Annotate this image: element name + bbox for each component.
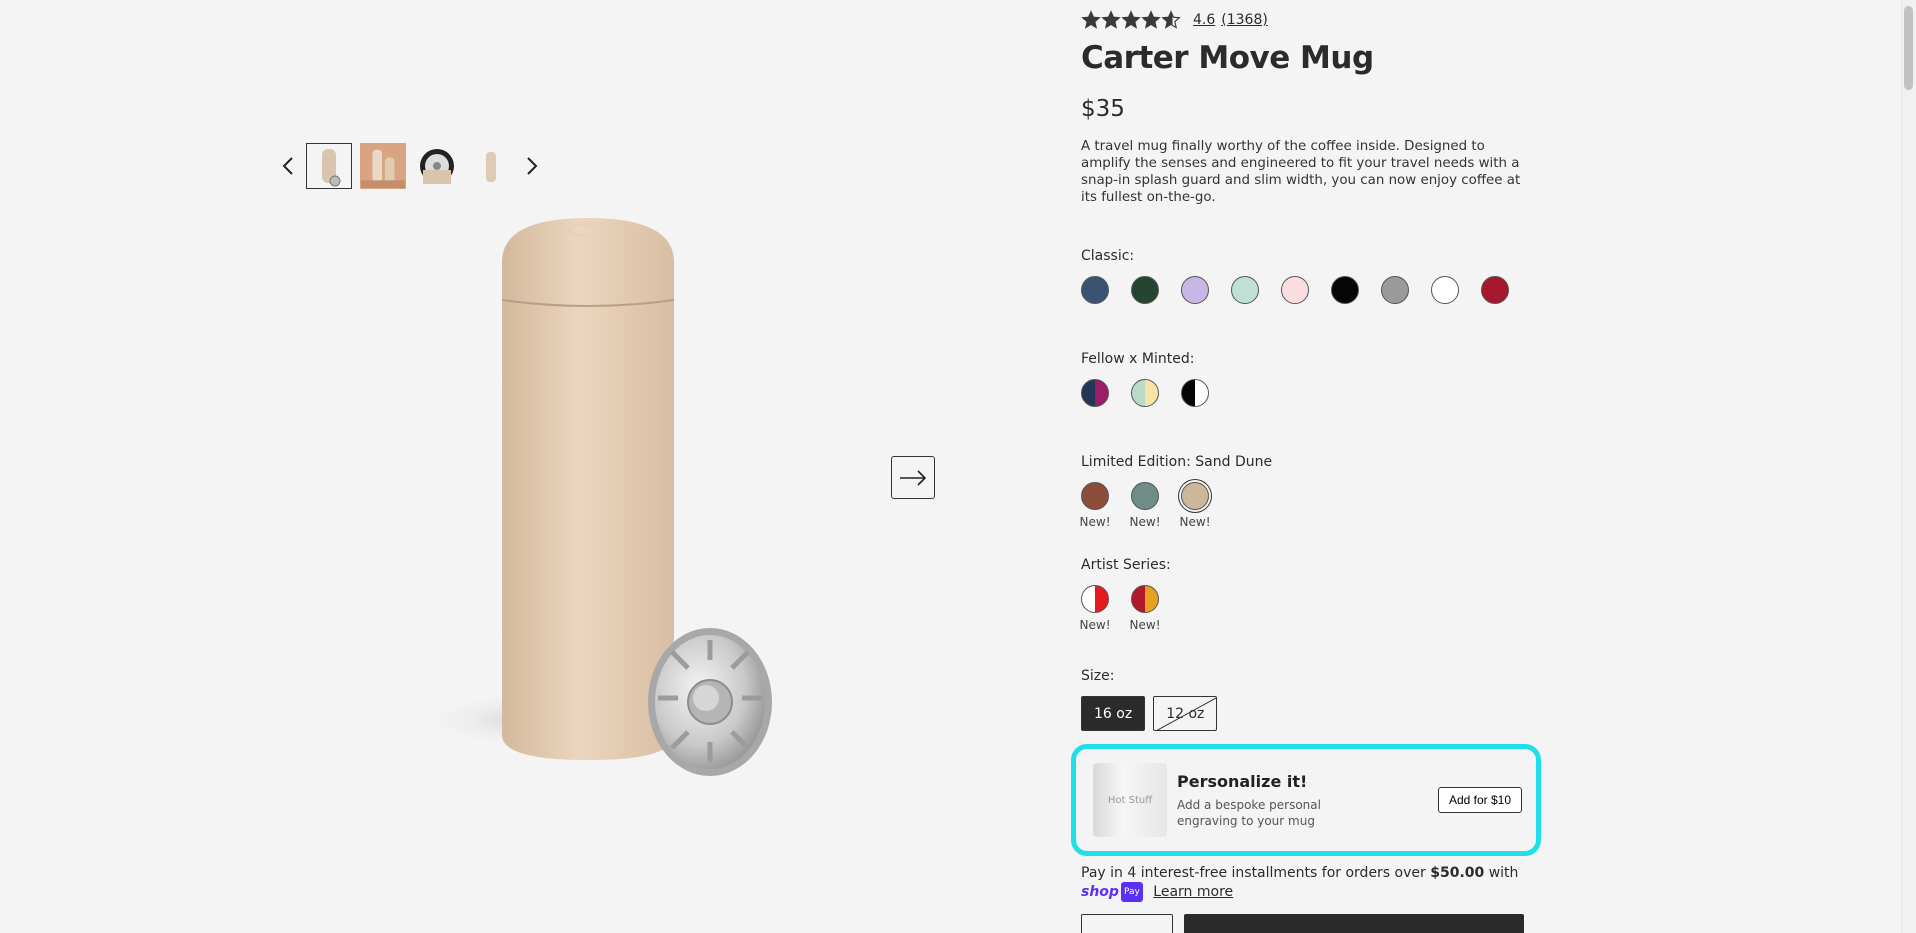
swatch-item: New!	[1079, 585, 1111, 632]
swatch-item	[1431, 276, 1459, 304]
swatch-item	[1331, 276, 1359, 304]
arrow-right-icon	[900, 469, 927, 486]
swatch-item	[1481, 276, 1509, 304]
thumbnail-mug-side[interactable]	[468, 143, 514, 189]
next-image-arrow-button[interactable]	[891, 456, 935, 499]
limited-swatch-2[interactable]	[1131, 482, 1159, 510]
classic-swatch-3[interactable]	[1181, 276, 1209, 304]
classic-swatch-2[interactable]	[1131, 276, 1159, 304]
swatch-item	[1181, 276, 1209, 304]
new-badge: New!	[1129, 515, 1161, 529]
engraving-sample-text: Hot Stuff	[1107, 794, 1153, 806]
learn-more-link[interactable]: Learn more	[1153, 884, 1233, 900]
minted-swatch-3[interactable]	[1181, 379, 1209, 407]
swatch-group-minted: Fellow x Minted:	[1081, 351, 1209, 407]
artist-swatch-1[interactable]	[1081, 585, 1109, 613]
thumbnail-next-arrow-icon[interactable]	[522, 154, 542, 178]
swatch-item	[1381, 276, 1409, 304]
swatch-item	[1081, 379, 1109, 407]
installments-text: Pay in 4 interest-free installments for …	[1081, 865, 1431, 881]
new-badge: New!	[1079, 618, 1111, 632]
thumbnail-mug-top-view[interactable]	[414, 143, 460, 189]
limited-swatch-1[interactable]	[1081, 482, 1109, 510]
engraved-mug-image: Hot Stuff	[1093, 763, 1167, 837]
classic-swatch-4[interactable]	[1231, 276, 1259, 304]
personalize-title: Personalize it!	[1177, 771, 1308, 791]
swatch-item	[1081, 276, 1109, 304]
classic-swatch-6[interactable]	[1331, 276, 1359, 304]
thumbnail-mug-sand[interactable]	[306, 143, 352, 189]
shop-pay-wordmark: shop	[1081, 884, 1119, 900]
limited-swatch-3[interactable]	[1181, 482, 1209, 510]
size-selector: Size: 16 oz 12 oz	[1081, 668, 1218, 731]
classic-swatch-5[interactable]	[1281, 276, 1309, 304]
swatch-row	[1081, 379, 1209, 407]
size-option-16oz[interactable]: 16 oz	[1081, 696, 1146, 731]
main-product-image	[380, 200, 800, 800]
swatch-item: New!	[1179, 482, 1211, 529]
star-icon	[1121, 10, 1141, 29]
shop-pay-logo-icon: shop Pay	[1081, 882, 1143, 902]
swatch-group-label: Limited Edition: Sand Dune	[1081, 454, 1273, 470]
swatch-item	[1281, 276, 1309, 304]
new-badge: New!	[1079, 515, 1111, 529]
minted-swatch-2[interactable]	[1131, 379, 1159, 407]
swatch-row: New! New!	[1079, 585, 1171, 632]
rating-value-link[interactable]: 4.6	[1193, 12, 1215, 28]
installments-threshold: $50.00	[1430, 865, 1485, 881]
product-price: $35	[1081, 96, 1125, 122]
swatch-group-limited: Limited Edition: Sand Dune New! New! New!	[1079, 454, 1273, 529]
swatch-item: New!	[1079, 482, 1111, 529]
thumbnail-mug-lifestyle[interactable]	[360, 143, 406, 189]
swatch-group-label: Classic:	[1081, 248, 1135, 264]
star-rating	[1081, 10, 1181, 30]
star-icon	[1141, 10, 1161, 29]
swatch-item: New!	[1129, 585, 1161, 632]
swatch-item	[1181, 379, 1209, 407]
scrollbar-thumb[interactable]	[1904, 6, 1913, 90]
unavailable-strike-icon	[1156, 697, 1217, 730]
shop-pay-installments: Pay in 4 interest-free installments for …	[1081, 864, 1521, 902]
swatch-item	[1231, 276, 1259, 304]
star-icon	[1161, 10, 1181, 29]
star-icon	[1101, 10, 1121, 29]
new-badge: New!	[1129, 618, 1161, 632]
swatch-group-label: Fellow x Minted:	[1081, 351, 1195, 367]
swatch-item	[1131, 276, 1159, 304]
swatch-group-label: Artist Series:	[1081, 557, 1171, 573]
personalize-subtitle: Add a bespoke personal engraving to your…	[1177, 797, 1321, 828]
rating-summary: 4.6 (1368)	[1081, 10, 1268, 30]
classic-swatch-9[interactable]	[1481, 276, 1509, 304]
thumbnail-strip	[278, 143, 542, 189]
review-count-link[interactable]: (1368)	[1221, 12, 1268, 28]
add-engraving-button[interactable]: Add for $10	[1437, 787, 1522, 813]
swatch-group-classic: Classic:	[1081, 248, 1509, 304]
artist-swatch-2[interactable]	[1131, 585, 1159, 613]
add-to-cart-button[interactable]	[1184, 914, 1524, 933]
swatch-item	[1131, 379, 1159, 407]
installments-text-suffix: with	[1484, 865, 1519, 881]
size-option-12oz[interactable]: 12 oz	[1153, 696, 1218, 731]
page-scrollbar[interactable]	[1901, 0, 1916, 933]
swatch-item: New!	[1129, 482, 1161, 529]
personalize-engraving-card: Hot Stuff Personalize it! Add a bespoke …	[1071, 744, 1541, 856]
product-gallery	[0, 0, 1040, 933]
minted-swatch-1[interactable]	[1081, 379, 1109, 407]
classic-swatch-1[interactable]	[1081, 276, 1109, 304]
size-label: Size:	[1081, 668, 1115, 684]
classic-swatch-8[interactable]	[1431, 276, 1459, 304]
classic-swatch-7[interactable]	[1381, 276, 1409, 304]
new-badge: New!	[1179, 515, 1211, 529]
product-title: Carter Move Mug	[1081, 40, 1374, 76]
swatch-row: New! New! New!	[1079, 482, 1272, 529]
swatch-row	[1081, 276, 1509, 304]
product-description: A travel mug finally worthy of the coffe…	[1081, 139, 1521, 205]
swatch-group-artist: Artist Series: New! New!	[1079, 557, 1171, 632]
star-icon	[1081, 10, 1101, 29]
thumbnail-prev-arrow-icon[interactable]	[278, 154, 298, 178]
shop-pay-badge: Pay	[1120, 882, 1143, 902]
quantity-stepper[interactable]	[1081, 914, 1173, 933]
